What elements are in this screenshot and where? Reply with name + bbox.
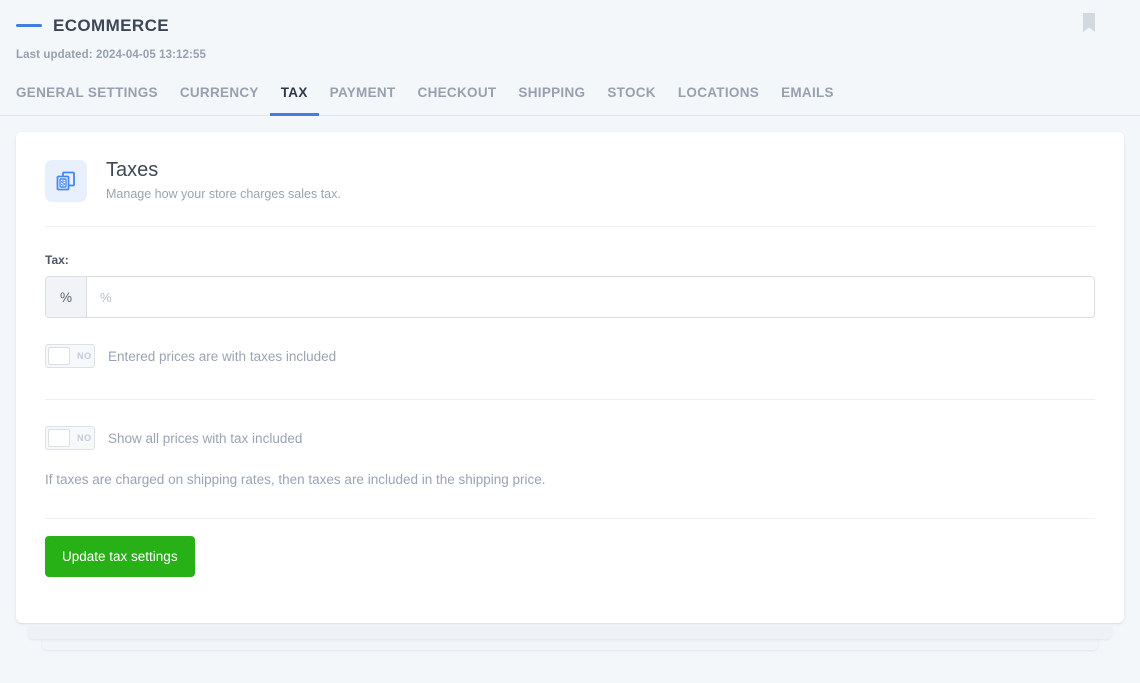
tab-locations[interactable]: LOCATIONS [667, 85, 770, 116]
card-stack-layer-mid [28, 627, 1112, 639]
tax-rate-input[interactable] [87, 277, 1094, 318]
tax-icon-badge: $ [45, 160, 87, 202]
tab-emails[interactable]: EMAILS [770, 85, 845, 116]
last-updated-text: Last updated: 2024-04-05 13:12:55 [16, 49, 206, 61]
tab-tax[interactable]: TAX [269, 85, 319, 116]
toggle-row-show-prices-with-tax: NO Show all prices with tax included [45, 426, 1095, 451]
update-tax-settings-button[interactable]: Update tax settings [45, 535, 195, 577]
tax-settings-card: $ Taxes Manage how your store charges sa… [16, 132, 1124, 623]
card-stack-layer-back [42, 638, 1098, 650]
toggle-row-prices-with-taxes: NO Entered prices are with taxes include… [45, 344, 1095, 369]
card-header-text: Taxes Manage how your store charges sale… [106, 158, 341, 202]
page-header: ECOMMERCE Last updated: 2024-04-05 13:12… [0, 0, 1140, 61]
toggle-label-show-prices: Show all prices with tax included [108, 430, 303, 446]
tab-currency[interactable]: CURRENCY [169, 85, 270, 116]
toggle-knob [48, 347, 70, 366]
page-title: ECOMMERCE [53, 15, 169, 35]
toggle-entered-prices-with-taxes[interactable]: NO [45, 344, 95, 369]
tax-receipt-icon: $ [56, 171, 75, 191]
percent-addon: % [46, 277, 87, 318]
brand-dash-icon [16, 23, 42, 27]
tab-checkout[interactable]: CHECKOUT [407, 85, 508, 116]
section-divider-1 [45, 399, 1095, 401]
toggle-show-prices-with-tax[interactable]: NO [45, 426, 95, 451]
tab-stock[interactable]: STOCK [596, 85, 667, 116]
toggle-state-label: NO [77, 433, 92, 444]
card-subtitle: Manage how your store charges sales tax. [106, 187, 341, 201]
toggle-knob [48, 429, 70, 448]
card-header: $ Taxes Manage how your store charges sa… [45, 158, 1095, 228]
settings-tabs: GENERAL SETTINGS CURRENCY TAX PAYMENT CH… [16, 85, 1124, 116]
bookmark-icon [1083, 13, 1095, 32]
toggle-state-label: NO [77, 351, 92, 362]
section-divider-2 [45, 517, 1095, 519]
tab-payment[interactable]: PAYMENT [319, 85, 407, 116]
card-title: Taxes [106, 159, 159, 181]
tab-shipping[interactable]: SHIPPING [507, 85, 596, 116]
settings-tabs-bar: GENERAL SETTINGS CURRENCY TAX PAYMENT CH… [0, 85, 1140, 116]
toggle-label-entered-prices: Entered prices are with taxes included [108, 348, 337, 364]
tax-input-group: % [45, 276, 1095, 319]
card-stack: $ Taxes Manage how your store charges sa… [16, 132, 1124, 650]
bookmark-button[interactable] [1080, 12, 1098, 34]
tab-general-settings[interactable]: GENERAL SETTINGS [16, 85, 169, 116]
title-row: ECOMMERCE [16, 14, 1124, 36]
tax-field-label: Tax: [45, 253, 69, 268]
shipping-tax-helper-text: If taxes are charged on shipping rates, … [45, 472, 546, 488]
